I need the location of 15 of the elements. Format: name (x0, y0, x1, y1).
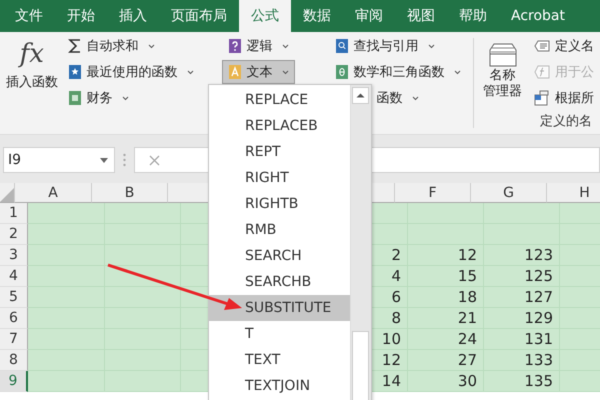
table-cell: 135 (484, 371, 560, 392)
table-cell: 133 (484, 350, 560, 371)
table-cell: 131 (484, 329, 560, 350)
table-cell: 15 (408, 266, 484, 287)
table-cell: 129 (484, 308, 560, 329)
table-cell: 12 (408, 245, 484, 266)
group-label: 定义的名 (540, 113, 592, 130)
table-cell: 123 (484, 245, 560, 266)
table-cell: 21 (408, 308, 484, 329)
table-cell: 30 (408, 371, 484, 392)
table-cell: 18 (408, 287, 484, 308)
table-cell: 27 (408, 350, 484, 371)
table-cell: 127 (484, 287, 560, 308)
table-cell: 24 (408, 329, 484, 350)
table-cell: 125 (484, 266, 560, 287)
